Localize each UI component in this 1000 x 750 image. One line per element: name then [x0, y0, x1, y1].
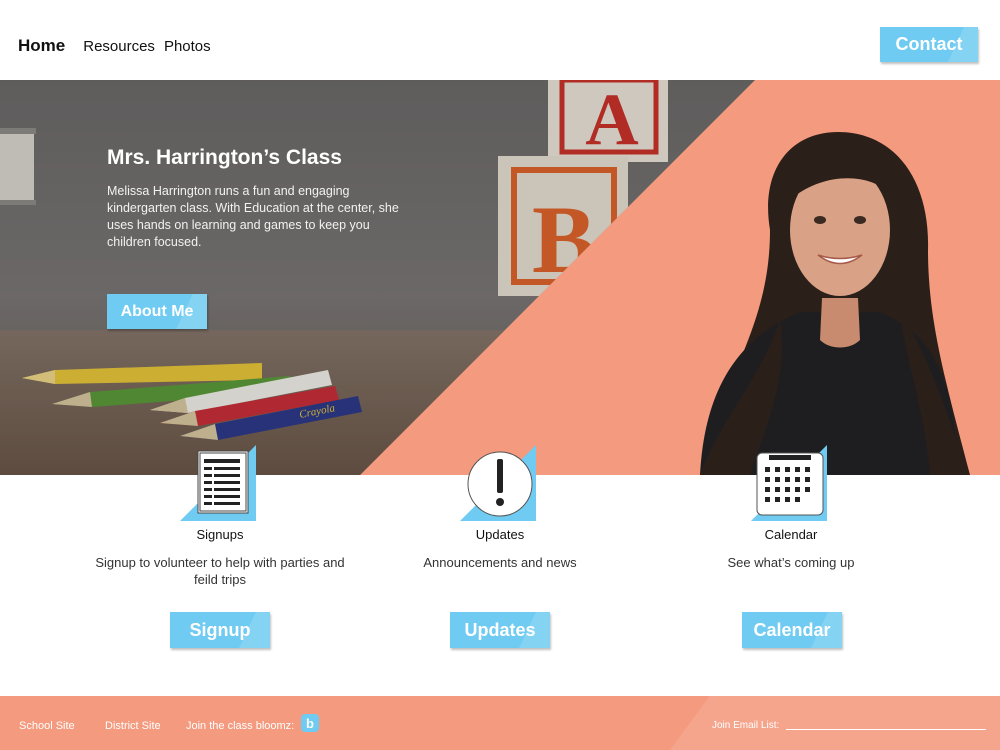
email-list-label: Join Email List:: [712, 720, 780, 731]
bloomz-link[interactable]: Join the class bloomz:: [186, 720, 294, 732]
email-list-input[interactable]: [786, 716, 986, 730]
main-nav: Home Resources Photos: [18, 36, 220, 56]
nav-home-link[interactable]: Home: [18, 36, 65, 56]
alert-icon[interactable]: [460, 445, 540, 521]
feature-signups: Signups Signup to volunteer to help with…: [90, 445, 350, 588]
feature-calendar-title: Calendar: [764, 527, 818, 542]
feature-updates-description: Announcements and news: [423, 555, 577, 570]
feature-calendar-description: See what’s coming up: [727, 555, 855, 570]
updates-button[interactable]: Updates: [450, 612, 550, 648]
feature-signups-description: Signup to volunteer to help with parties…: [95, 555, 345, 587]
document-list-icon[interactable]: [180, 445, 260, 521]
hero-description: Melissa Harrington runs a fun and engagi…: [107, 184, 399, 249]
calendar-button[interactable]: Calendar: [742, 612, 842, 648]
calendar-icon[interactable]: [751, 445, 831, 521]
about-me-button[interactable]: About Me: [107, 294, 207, 329]
district-site-link[interactable]: District Site: [105, 720, 161, 732]
feature-updates: Updates Announcements and news: [370, 445, 630, 571]
hero-background-image: A B Crayola: [0, 80, 970, 475]
nav-resources-link[interactable]: Resources: [83, 38, 155, 55]
contact-button[interactable]: Contact: [880, 27, 978, 62]
feature-calendar: Calendar See what’s coming up: [661, 445, 921, 571]
hero-text-block: Mrs. Harrington’s Class Melissa Harringt…: [107, 146, 407, 251]
school-site-link[interactable]: School Site: [19, 720, 75, 732]
signup-button[interactable]: Signup: [170, 612, 270, 648]
about-me-button-label: About Me: [120, 302, 194, 320]
page-title: Mrs. Harrington’s Class: [107, 146, 342, 169]
nav-photos-link[interactable]: Photos: [164, 38, 211, 55]
signup-button-label: Signup: [189, 619, 251, 640]
feature-signups-title: Signups: [196, 527, 244, 542]
feature-updates-title: Updates: [475, 527, 525, 542]
contact-button-label: Contact: [895, 34, 963, 54]
teacher-portrait: [700, 132, 970, 475]
site-header: Home Resources Photos Contact: [0, 0, 1000, 80]
hero-section: A B Crayola: [0, 80, 1000, 475]
updates-button-label: Updates: [464, 619, 536, 640]
site-footer: School Site District Site Join the class…: [0, 696, 1000, 750]
bloomz-logo-icon[interactable]: b: [301, 714, 319, 732]
calendar-button-label: Calendar: [753, 619, 831, 640]
